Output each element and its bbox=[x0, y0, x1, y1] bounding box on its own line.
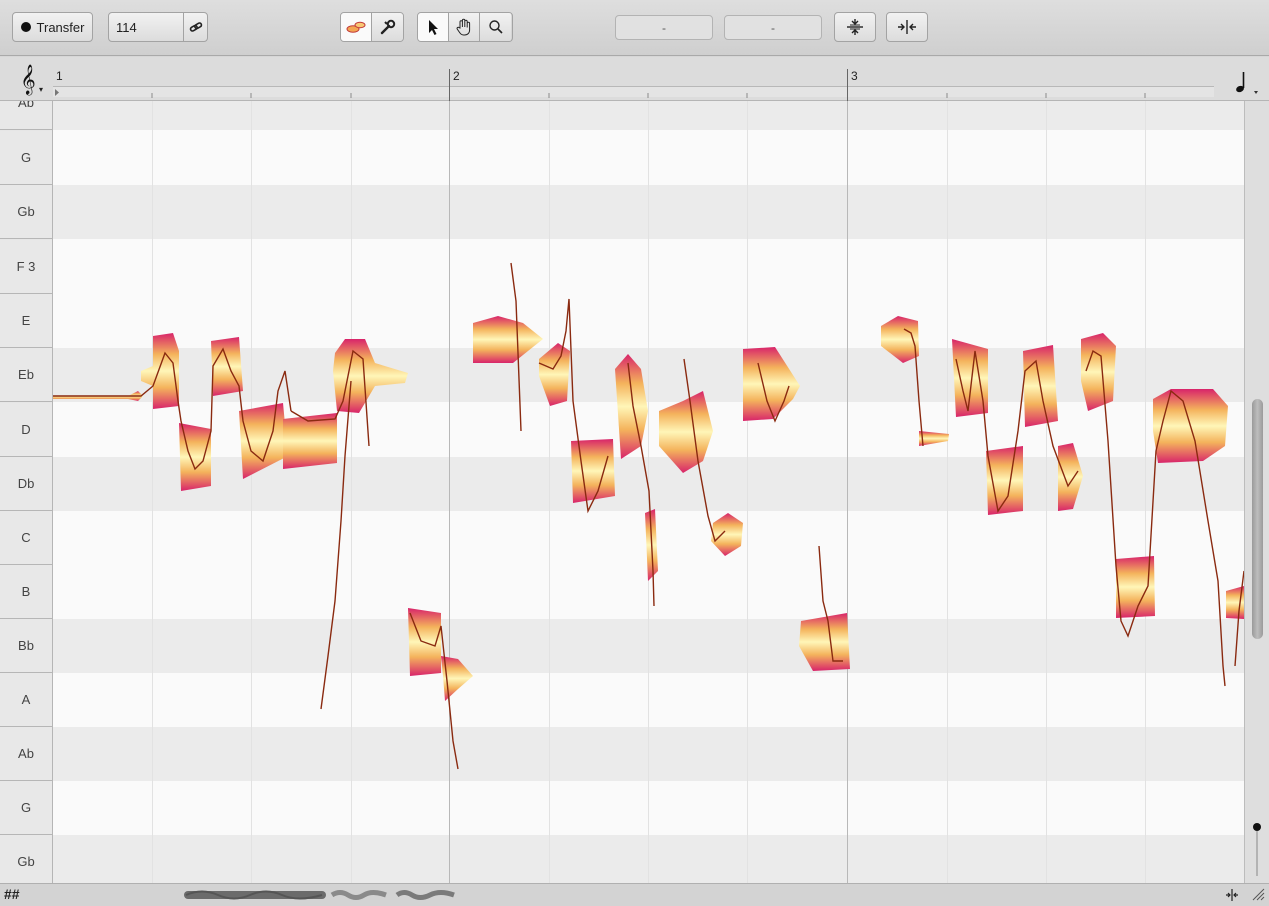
bottom-bar: ## bbox=[0, 883, 1269, 906]
waveform-overview[interactable] bbox=[182, 886, 462, 904]
pitch-label: Ab bbox=[0, 101, 52, 130]
note-blob[interactable] bbox=[211, 337, 243, 396]
ruler-tick-strip[interactable] bbox=[53, 86, 1214, 98]
zoom-slider-track[interactable] bbox=[1256, 831, 1258, 876]
pitch-label: Db bbox=[0, 457, 52, 511]
note-blob[interactable] bbox=[743, 347, 800, 421]
pitch-label: A bbox=[0, 673, 52, 727]
note-value-icon[interactable] bbox=[1228, 67, 1258, 97]
bar-number-3: 3 bbox=[851, 69, 858, 83]
note-blob[interactable] bbox=[986, 446, 1023, 515]
pitch-label: F 3 bbox=[0, 240, 52, 294]
note-blob[interactable] bbox=[539, 343, 570, 406]
bar-number-1: 1 bbox=[56, 69, 63, 83]
pitch-label: Eb bbox=[0, 348, 52, 402]
note-blobs-layer[interactable] bbox=[53, 101, 1244, 883]
treble-clef-icon[interactable]: 𝄞 ▾ bbox=[12, 63, 44, 97]
note-blob[interactable] bbox=[952, 339, 988, 417]
vertical-scrollbar[interactable] bbox=[1244, 101, 1269, 883]
note-blob[interactable] bbox=[799, 613, 850, 671]
record-dot-icon bbox=[20, 22, 31, 32]
pitch-label: Gb bbox=[0, 185, 52, 239]
transfer-button[interactable]: Transfer bbox=[12, 12, 93, 42]
wrench-icon[interactable] bbox=[372, 13, 403, 41]
pitch-label: E bbox=[0, 294, 52, 348]
pitch-label: Gb bbox=[0, 835, 52, 883]
melodyne-editor-window: Transfer 114 - - 𝄞 ▾ 1 2 3 Ab G Gb F 3 E… bbox=[0, 0, 1269, 906]
note-blob[interactable] bbox=[571, 439, 615, 503]
note-blob[interactable] bbox=[441, 656, 473, 701]
main-tool-group bbox=[340, 12, 404, 42]
note-blob[interactable] bbox=[239, 403, 288, 479]
note-blob[interactable] bbox=[473, 316, 543, 363]
arrow-pointer-icon[interactable] bbox=[418, 13, 449, 41]
time-quantize-icon bbox=[898, 20, 916, 34]
scale-snap-icon[interactable]: ## bbox=[4, 886, 20, 902]
note-blob[interactable] bbox=[1081, 333, 1116, 411]
note-blob[interactable] bbox=[711, 513, 743, 556]
link-icon[interactable] bbox=[183, 13, 207, 41]
pitch-label: B bbox=[0, 565, 52, 619]
time-quantize-button[interactable] bbox=[886, 12, 928, 42]
note-editor-grid[interactable] bbox=[53, 101, 1244, 883]
note-blob[interactable] bbox=[141, 333, 179, 409]
pitch-quantize-button[interactable] bbox=[834, 12, 876, 42]
pitch-label: G bbox=[0, 131, 52, 185]
note-blob[interactable] bbox=[659, 391, 713, 473]
pitch-ruler[interactable]: Ab G Gb F 3 E Eb D Db C B Bb A Ab G Gb bbox=[0, 101, 53, 883]
pitch-quantize-icon bbox=[847, 19, 863, 35]
bar-ruler[interactable]: 𝄞 ▾ 1 2 3 bbox=[0, 57, 1269, 101]
note-blob[interactable] bbox=[1058, 443, 1083, 511]
scroll-thumb[interactable] bbox=[1252, 399, 1263, 639]
hand-icon[interactable] bbox=[449, 13, 480, 41]
info-field-left[interactable]: - bbox=[615, 15, 713, 40]
tempo-value: 114 bbox=[116, 20, 137, 35]
pitch-label: Bb bbox=[0, 619, 52, 673]
tempo-field[interactable]: 114 bbox=[108, 12, 208, 42]
pitch-label: D bbox=[0, 403, 52, 457]
magnifier-icon[interactable] bbox=[480, 13, 511, 41]
transfer-label: Transfer bbox=[36, 19, 85, 35]
note-blob[interactable] bbox=[333, 339, 408, 413]
zoom-slider-knob[interactable] bbox=[1253, 823, 1261, 831]
note-blob[interactable] bbox=[615, 354, 648, 459]
pitch-label: C bbox=[0, 511, 52, 565]
resize-grip-icon[interactable] bbox=[1251, 887, 1265, 901]
toolbar: Transfer 114 - - bbox=[0, 0, 1269, 56]
nav-tool-group bbox=[417, 12, 513, 42]
bar-number-2: 2 bbox=[453, 69, 460, 83]
split-icon[interactable] bbox=[1224, 887, 1240, 903]
blob-tool-icon[interactable] bbox=[341, 13, 372, 41]
pitch-label: Ab bbox=[0, 727, 52, 781]
pitch-label: G bbox=[0, 781, 52, 835]
info-field-right[interactable]: - bbox=[724, 15, 822, 40]
